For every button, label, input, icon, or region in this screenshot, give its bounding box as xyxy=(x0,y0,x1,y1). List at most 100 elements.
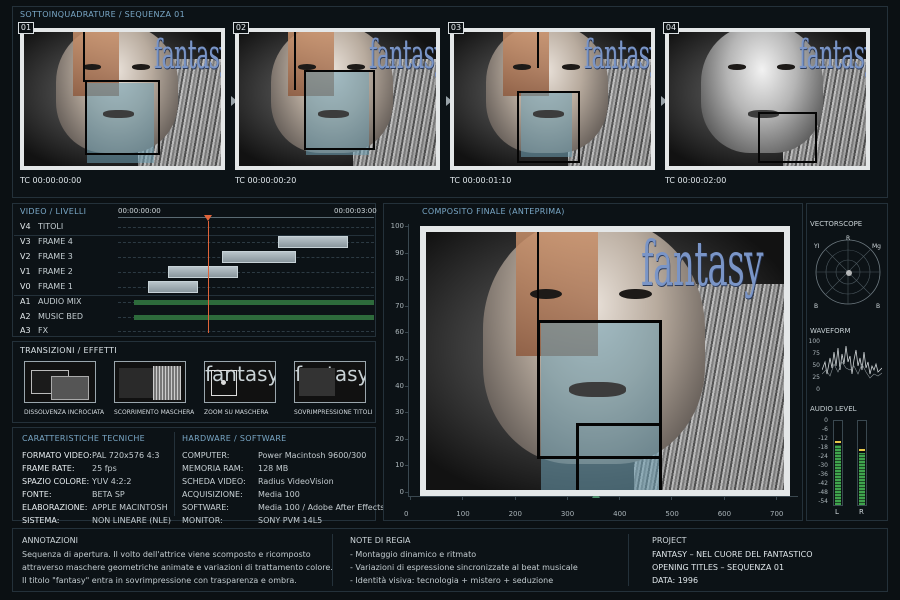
transition-thumb-4[interactable]: fantasy xyxy=(294,361,366,403)
track-row-v3[interactable]: V3 FRAME 4 xyxy=(20,237,73,246)
track-name: FRAME 4 xyxy=(38,237,73,246)
project-line: DATA: 1996 xyxy=(652,576,699,585)
y-tick-label: 70 xyxy=(395,301,404,310)
audio-clip[interactable] xyxy=(134,300,374,305)
track-id: V2 xyxy=(20,252,31,261)
notes-divider-1 xyxy=(332,534,333,586)
x-tick xyxy=(723,497,725,500)
vectorscope-label-mg: Mg xyxy=(872,243,881,250)
direction-note-line: - Identità visiva: tecnologia + mistero … xyxy=(350,576,554,585)
spec-key: SPAZIO COLORE: xyxy=(22,477,90,486)
track-row-a3[interactable]: A3 FX xyxy=(20,326,48,335)
track-id: V4 xyxy=(20,222,31,231)
y-tick xyxy=(405,492,408,493)
frame-number: 04 xyxy=(663,22,679,34)
composite-axis-x xyxy=(408,496,798,497)
track-id: V3 xyxy=(20,237,31,246)
timeline-clip[interactable] xyxy=(278,236,348,248)
track-row-v1[interactable]: V1 FRAME 2 xyxy=(20,267,73,276)
composite-art: fantasy xyxy=(426,232,784,490)
frame-thumb-04[interactable]: 04 fantasy TC 00:00:02:00 xyxy=(663,22,870,185)
frame-thumb-02[interactable]: 02 fantasy TC 00:00:00:20 xyxy=(233,22,440,185)
hardware-value: Radius VideoVision xyxy=(258,477,334,486)
timeline-clip[interactable] xyxy=(222,251,296,263)
audio-clip[interactable] xyxy=(134,315,374,320)
y-tick xyxy=(405,412,408,414)
audio-peak-indicator xyxy=(835,441,841,443)
y-tick-label: 100 xyxy=(390,222,404,230)
right-eye xyxy=(562,64,581,70)
right-eye xyxy=(777,64,796,70)
vectorscope-label-b-left: B xyxy=(814,303,818,310)
track-row-a2[interactable]: A2 MUSIC BED xyxy=(20,312,83,321)
fantasy-title: fantasy xyxy=(799,32,870,78)
track-row-a1[interactable]: A1 AUDIO MIX xyxy=(20,297,81,306)
hardware-key: SOFTWARE: xyxy=(182,503,229,512)
left-eye xyxy=(728,64,746,70)
frame-number: 01 xyxy=(18,22,34,34)
transition-label: DISSOLVENZA INCROCIATA xyxy=(24,409,105,416)
track-name: AUDIO MIX xyxy=(38,297,82,306)
spec-value: YUV 4:2:2 xyxy=(92,477,132,486)
hardware-value: 128 MB xyxy=(258,464,289,473)
mask-box xyxy=(304,69,375,150)
waveform-trace xyxy=(822,345,882,375)
track-row-v2[interactable]: V2 FRAME 3 xyxy=(20,252,73,261)
audio-meter-fill xyxy=(859,453,865,505)
fantasy-title: fantasy xyxy=(369,32,440,78)
track-row-v4[interactable]: V4 TITOLI xyxy=(20,222,63,231)
mask-box xyxy=(85,80,160,156)
track-id: A1 xyxy=(20,297,31,306)
timeline-clip[interactable] xyxy=(148,281,198,293)
mask-divider xyxy=(83,32,86,82)
y-tick-label: 30 xyxy=(395,408,404,417)
y-tick xyxy=(405,438,408,440)
transition-thumb-3[interactable]: fantasy xyxy=(204,361,276,403)
layer-b xyxy=(51,376,89,400)
project-title: PROJECT xyxy=(652,536,687,545)
mask-divider xyxy=(294,32,297,90)
track-row-v0[interactable]: V0 FRAME 1 xyxy=(20,282,73,291)
track-name: FRAME 3 xyxy=(38,252,73,261)
vectorscope: R Mg YI B B xyxy=(813,235,881,310)
left-eye xyxy=(83,64,101,70)
playhead-line xyxy=(207,221,209,333)
frames-title: SOTTOINQUADRATURE / SEQUENZA 01 xyxy=(20,10,185,19)
timeline-tc-end: 00:00:03:00 xyxy=(334,207,377,215)
specs-title: CARATTERISTICHE TECNICHE xyxy=(22,434,146,443)
project-line: OPENING TITLES – SEQUENZA 01 xyxy=(652,563,785,572)
audio-tick: -42 xyxy=(818,480,828,487)
mask-box-top xyxy=(536,232,539,331)
x-tick-label: 500 xyxy=(665,510,679,518)
mask-slide xyxy=(153,366,181,400)
timeline-clip[interactable] xyxy=(168,266,238,278)
x-tick-label: 400 xyxy=(613,510,627,518)
transition-thumb-2[interactable] xyxy=(114,361,186,403)
frame-timecode: TC 00:00:00:20 xyxy=(235,176,297,185)
timeline-title: VIDEO / LIVELLI xyxy=(20,207,87,216)
notes-divider-2 xyxy=(628,534,629,586)
frame-thumb-03[interactable]: 03 fantasy TC 00:00:01:10 xyxy=(448,22,655,185)
waveform-tick: 50 xyxy=(812,362,820,369)
mask-box xyxy=(517,90,581,164)
audio-tick: -18 xyxy=(818,444,828,451)
mask-divider xyxy=(536,32,539,69)
vectorscope-title: VECTORSCOPE xyxy=(810,220,863,228)
track-lane xyxy=(118,227,374,228)
hardware-value: Media 100 / Adobe After Effects xyxy=(258,503,385,512)
composite-title: COMPOSITO FINALE (ANTEPRIMA) xyxy=(422,207,565,216)
mask-box xyxy=(757,112,817,164)
y-tick xyxy=(405,465,408,467)
hardware-key: COMPUTER: xyxy=(182,451,230,460)
layer-a xyxy=(299,368,335,396)
left-eye xyxy=(513,64,531,70)
vectorscope-label-b-right: B xyxy=(876,303,880,310)
timeline-tc-start: 00:00:00:00 xyxy=(118,207,161,215)
track-name: FX xyxy=(38,326,49,335)
x-tick xyxy=(410,497,411,500)
frame-thumb-01[interactable]: 01 fantasy TC 00:00:00:00 xyxy=(18,22,225,185)
transition-label: ZOOM SU MASCHERA xyxy=(204,409,269,416)
track-name: MUSIC BED xyxy=(38,312,84,321)
hardware-title: HARDWARE / SOFTWARE xyxy=(182,434,287,443)
transition-thumb-1[interactable] xyxy=(24,361,96,403)
